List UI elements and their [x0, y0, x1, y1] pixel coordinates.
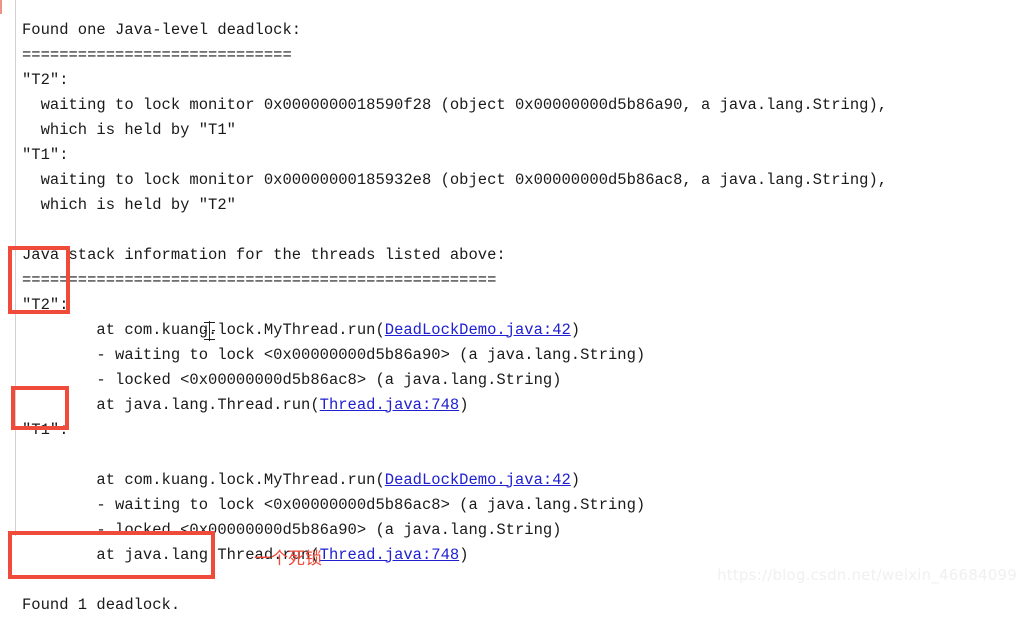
annotation-box-found-deadlock [8, 531, 215, 579]
console-line: waiting to lock monitor 0x00000000185932… [22, 170, 888, 189]
stacktrace-source-link[interactable]: Thread.java:748 [320, 546, 460, 564]
console-line: waiting to lock monitor 0x0000000018590f… [22, 95, 888, 114]
console-line-text: ) [570, 470, 581, 489]
watermark-text: https://blog.csdn.net/weixin_46684099 [717, 566, 1017, 584]
console-line: which is held by "T2" [22, 195, 236, 214]
annotation-box-thread-t2 [8, 246, 70, 314]
console-line-text: ) [459, 545, 469, 564]
console-line-text: ) [570, 320, 581, 339]
console-line-text: at com.kuang.lock.MyThread.run( [22, 320, 385, 339]
console-line: Java stack information for the threads l… [22, 245, 506, 264]
console-line: "T2": [22, 70, 69, 89]
console-line: ========================================… [22, 270, 497, 289]
clipped-annotation-fragment [0, 0, 2, 14]
annotation-note-chinese: 一个死锁 [254, 549, 322, 569]
stacktrace-source-link[interactable]: Thread.java:748 [320, 396, 460, 414]
thread-dump-console[interactable]: Found one Java-level deadlock: ==========… [0, 0, 1025, 614]
console-line: "T1": [22, 420, 69, 439]
console-line: - waiting to lock <0x00000000d5b86ac8> (… [22, 495, 646, 514]
console-line: "T2": [22, 295, 69, 314]
console-line-text: ) [459, 395, 469, 414]
console-line: Found 1 deadlock. [22, 595, 181, 614]
console-line: "T1": [22, 145, 69, 164]
console-line: ============================= [22, 45, 292, 64]
console-line: at com.kuang.lock.MyThread.run(DeadLockD… [22, 318, 887, 343]
stacktrace-source-link[interactable]: DeadLockDemo.java:42 [385, 321, 571, 339]
annotation-box-thread-t1 [11, 386, 69, 430]
stacktrace-source-link[interactable]: DeadLockDemo.java:42 [385, 471, 571, 489]
console-line: - locked <0x00000000d5b86ac8> (a java.la… [22, 370, 562, 389]
console-line: Found one Java-level deadlock: [22, 20, 302, 39]
console-line: - waiting to lock <0x00000000d5b86a90> (… [22, 345, 646, 364]
thread-dump-text[interactable]: Found one Java-level deadlock: ==========… [22, 18, 887, 618]
console-line: at com.kuang.lock.MyThread.run(DeadLockD… [22, 468, 887, 493]
console-line: which is held by "T1" [22, 120, 236, 139]
console-line-text: at com.kuang.lock.MyThread.run( [22, 470, 385, 489]
console-line: at java.lang.Thread.run(Thread.java:748) [22, 393, 887, 418]
